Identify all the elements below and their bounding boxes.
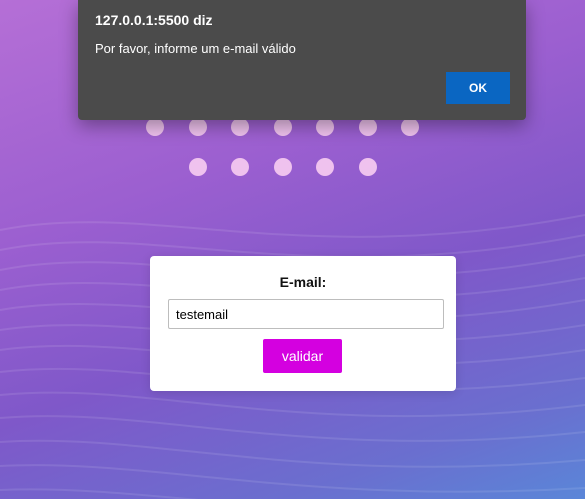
- decorative-dot: [189, 158, 207, 176]
- email-form-card: E-mail: validar: [150, 256, 456, 391]
- decorative-dot: [401, 118, 419, 136]
- decorative-dot: [231, 158, 249, 176]
- decorative-dot: [359, 118, 377, 136]
- decorative-dot: [274, 158, 292, 176]
- decorative-dot: [359, 158, 377, 176]
- email-label: E-mail:: [279, 274, 327, 290]
- decorative-dot: [189, 118, 207, 136]
- decorative-dot: [316, 158, 334, 176]
- alert-dialog: 127.0.0.1:5500 diz Por favor, informe um…: [78, 0, 526, 120]
- validate-button[interactable]: validar: [263, 339, 342, 373]
- ok-button[interactable]: OK: [446, 72, 510, 104]
- alert-title: 127.0.0.1:5500 diz: [95, 12, 213, 28]
- decorative-dot: [146, 118, 164, 136]
- decorative-dot: [231, 118, 249, 136]
- alert-message: Por favor, informe um e-mail válido: [95, 41, 296, 56]
- decorative-dot: [274, 118, 292, 136]
- decorative-dot: [316, 118, 334, 136]
- email-input[interactable]: [168, 299, 444, 329]
